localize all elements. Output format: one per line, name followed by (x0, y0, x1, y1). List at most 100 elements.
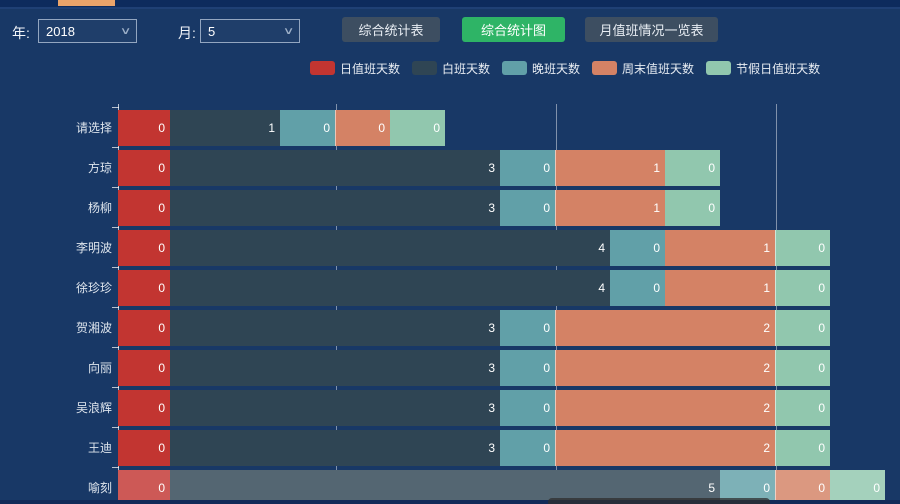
bar-value-label: 2 (763, 310, 770, 346)
bar-segment-日值班天数[interactable]: 0 (118, 430, 170, 466)
bar-value-label: 0 (543, 390, 550, 426)
bar-value-label: 1 (763, 230, 770, 266)
bar-segment-白班天数[interactable]: 3 (170, 190, 500, 226)
bar-segment-节假日值班天数[interactable]: 0 (665, 190, 720, 226)
bar-segment-白班天数[interactable]: 4 (170, 270, 610, 306)
bar-value-label: 0 (818, 470, 825, 504)
bar-segment-周末值班天数[interactable]: 1 (665, 230, 775, 266)
bar-segment-周末值班天数[interactable]: 2 (555, 390, 775, 426)
bar-value-label: 0 (158, 350, 165, 386)
bar-value-label: 0 (708, 150, 715, 186)
bar-value-label: 0 (158, 190, 165, 226)
bar-segment-节假日值班天数[interactable]: 0 (775, 350, 830, 386)
bar-segment-日值班天数[interactable]: 0 (118, 350, 170, 386)
y-axis-category-label: 向丽 (0, 350, 112, 386)
bar-segment-白班天数[interactable]: 3 (170, 150, 500, 186)
bar-segment-周末值班天数[interactable]: 1 (555, 150, 665, 186)
bar-value-label: 0 (818, 310, 825, 346)
bar-value-label: 0 (158, 270, 165, 306)
bar-segment-晚班天数[interactable]: 0 (500, 350, 555, 386)
bar-segment-晚班天数[interactable]: 0 (610, 270, 665, 306)
y-axis-category-label: 贺湘波 (0, 310, 112, 346)
bar-value-label: 0 (818, 230, 825, 266)
bar-value-label: 0 (158, 230, 165, 266)
y-axis-category-label: 吴浪辉 (0, 390, 112, 426)
bar-value-label: 0 (818, 350, 825, 386)
bar-value-label: 0 (543, 190, 550, 226)
bar-segment-白班天数[interactable]: 1 (170, 110, 280, 146)
app-screen: 年: 2018 ∨ 月: 5 ∨ 综合统计表 综合统计图 月值班情况一览表 日值… (0, 0, 900, 504)
bar-segment-周末值班天数[interactable]: 1 (665, 270, 775, 306)
bar-segment-晚班天数[interactable]: 0 (500, 150, 555, 186)
bar-segment-周末值班天数[interactable]: 0 (775, 470, 830, 504)
bar-segment-日值班天数[interactable]: 0 (118, 390, 170, 426)
bar-value-label: 0 (158, 430, 165, 466)
y-axis-category-label: 王迪 (0, 430, 112, 466)
bar-segment-日值班天数[interactable]: 0 (118, 190, 170, 226)
bar-value-label: 0 (818, 430, 825, 466)
bar-segment-白班天数[interactable]: 3 (170, 430, 500, 466)
bar-value-label: 0 (158, 470, 165, 504)
bar-segment-节假日值班天数[interactable]: 0 (775, 430, 830, 466)
bar-value-label: 0 (818, 270, 825, 306)
bar-value-label: 1 (268, 110, 275, 146)
bar-segment-周末值班天数[interactable]: 1 (555, 190, 665, 226)
bar-segment-日值班天数[interactable]: 0 (118, 110, 170, 146)
bar-segment-日值班天数[interactable]: 0 (118, 150, 170, 186)
bar-segment-周末值班天数[interactable]: 2 (555, 430, 775, 466)
bar-segment-节假日值班天数[interactable]: 0 (775, 270, 830, 306)
bar-segment-晚班天数[interactable]: 0 (500, 310, 555, 346)
bar-segment-周末值班天数[interactable]: 2 (555, 350, 775, 386)
bar-value-label: 0 (378, 110, 385, 146)
bar-value-label: 0 (543, 430, 550, 466)
bar-segment-白班天数[interactable]: 4 (170, 230, 610, 266)
bar-value-label: 0 (323, 110, 330, 146)
bar-value-label: 0 (158, 310, 165, 346)
y-axis-category-label: 方琼 (0, 150, 112, 186)
tooltip-edge (548, 498, 770, 504)
bar-value-label: 1 (653, 190, 660, 226)
bar-row-喻刻: 05000 (118, 470, 885, 504)
bar-value-label: 3 (488, 350, 495, 386)
bar-segment-周末值班天数[interactable]: 0 (335, 110, 390, 146)
bar-row-李明波: 04010 (118, 230, 830, 266)
bar-segment-节假日值班天数[interactable]: 0 (775, 310, 830, 346)
bar-value-label: 3 (488, 390, 495, 426)
chart-rows-layer: 请选择01000方琼03010杨柳03010李明波04010徐珍珍04010贺湘… (0, 0, 900, 504)
bar-row-贺湘波: 03020 (118, 310, 830, 346)
bar-segment-日值班天数[interactable]: 0 (118, 270, 170, 306)
bar-value-label: 0 (653, 270, 660, 306)
bar-segment-节假日值班天数[interactable]: 0 (775, 230, 830, 266)
bar-segment-节假日值班天数[interactable]: 0 (390, 110, 445, 146)
bar-segment-节假日值班天数[interactable]: 0 (665, 150, 720, 186)
bar-value-label: 4 (598, 270, 605, 306)
bar-segment-晚班天数[interactable]: 0 (280, 110, 335, 146)
bar-row-吴浪辉: 03020 (118, 390, 830, 426)
bar-segment-白班天数[interactable]: 3 (170, 390, 500, 426)
bar-segment-晚班天数[interactable]: 0 (500, 190, 555, 226)
bar-segment-周末值班天数[interactable]: 2 (555, 310, 775, 346)
bar-value-label: 2 (763, 350, 770, 386)
bar-row-向丽: 03020 (118, 350, 830, 386)
bar-value-label: 0 (543, 310, 550, 346)
bar-segment-节假日值班天数[interactable]: 0 (775, 390, 830, 426)
bar-value-label: 2 (763, 430, 770, 466)
bar-segment-日值班天数[interactable]: 0 (118, 230, 170, 266)
y-axis-category-label: 杨柳 (0, 190, 112, 226)
bar-value-label: 0 (158, 390, 165, 426)
bar-row-徐珍珍: 0 4 0 1 0 (118, 270, 830, 306)
bar-segment-晚班天数[interactable]: 0 (610, 230, 665, 266)
bar-segment-白班天数[interactable]: 3 (170, 350, 500, 386)
bar-value-label: 1 (763, 270, 770, 306)
y-axis-category-label: 李明波 (0, 230, 112, 266)
bar-segment-晚班天数[interactable]: 0 (500, 390, 555, 426)
bar-segment-日值班天数[interactable]: 0 (118, 310, 170, 346)
bar-value-label: 0 (708, 190, 715, 226)
bar-value-label: 0 (158, 110, 165, 146)
bar-segment-晚班天数[interactable]: 0 (500, 430, 555, 466)
bar-segment-白班天数[interactable]: 3 (170, 310, 500, 346)
bar-segment-节假日值班天数[interactable]: 0 (830, 470, 885, 504)
bar-value-label: 3 (488, 430, 495, 466)
bar-segment-日值班天数[interactable]: 0 (118, 470, 170, 504)
bar-value-label: 0 (873, 470, 880, 504)
